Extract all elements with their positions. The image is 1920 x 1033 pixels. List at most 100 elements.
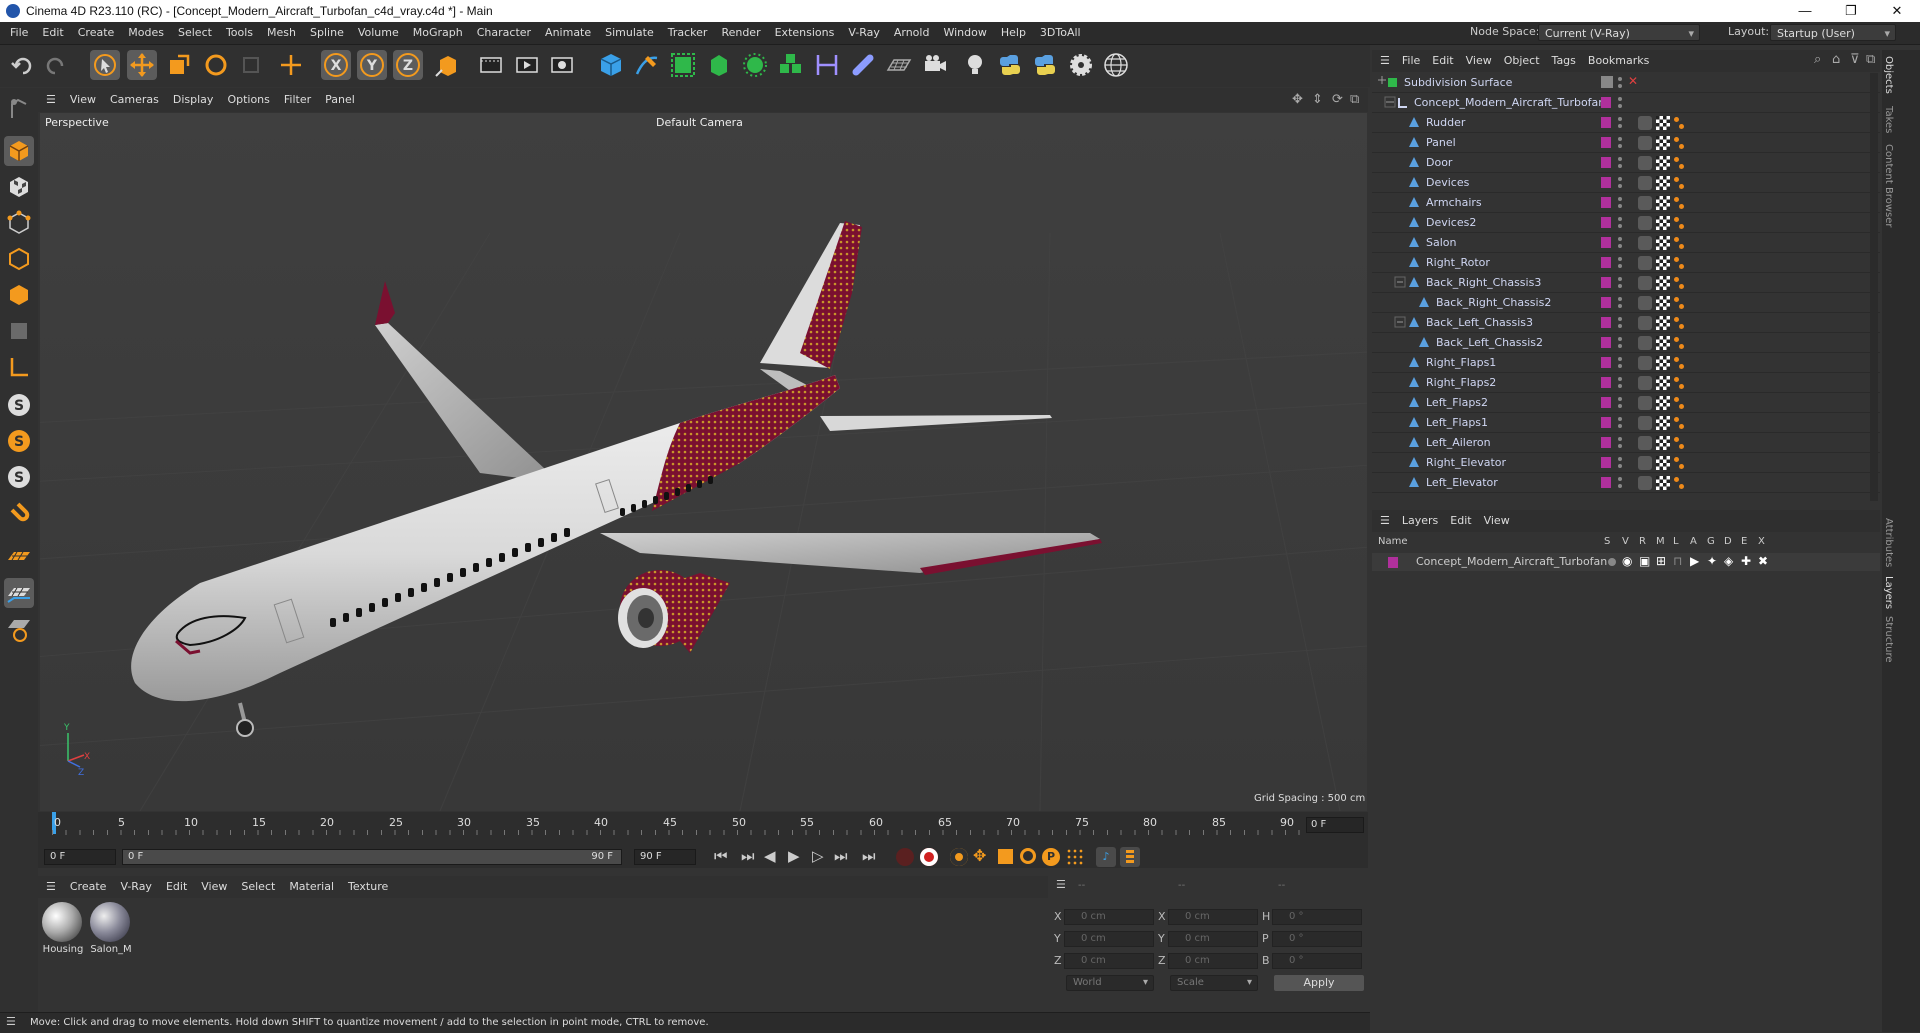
texture-tag-icon[interactable] [1656, 356, 1670, 370]
texture-tag-icon[interactable] [1656, 116, 1670, 130]
layer-color-tag[interactable] [1601, 437, 1611, 448]
spline-pen-icon[interactable] [632, 50, 662, 80]
layer-color-tag[interactable] [1601, 297, 1611, 308]
texture-tag-icon[interactable] [1656, 256, 1670, 270]
texture-mode-icon[interactable] [4, 172, 34, 202]
layer-color-tag[interactable] [1601, 177, 1611, 188]
visibility-dots-icon[interactable] [1618, 376, 1622, 389]
visibility-dots-icon[interactable] [1618, 356, 1622, 369]
layer-color-tag[interactable] [1601, 377, 1611, 388]
menu-tracker[interactable]: Tracker [661, 22, 715, 44]
object-row[interactable]: Rudder [1372, 113, 1880, 133]
object-home-icon[interactable]: ⌂ [1832, 52, 1840, 67]
layout-dropdown[interactable]: Startup (User) [1770, 24, 1896, 42]
menu-extensions[interactable]: Extensions [768, 22, 842, 44]
layer-solo-icon[interactable] [1608, 558, 1616, 566]
phong-tag-icon[interactable] [1638, 296, 1652, 310]
tab-content-browser[interactable]: Content Browser [1883, 144, 1894, 227]
keyframe-selection-icon[interactable] [950, 848, 968, 866]
coord-size-mode-dropdown[interactable]: Scale [1170, 975, 1258, 991]
visibility-dots-icon[interactable] [1618, 256, 1622, 269]
layer-render-icon[interactable]: ▣ [1639, 554, 1650, 568]
visibility-dots-icon[interactable] [1618, 456, 1622, 469]
record-disabled-icon[interactable] [896, 848, 914, 866]
viewport-menu-options[interactable]: Options [220, 88, 276, 112]
camera-name[interactable]: Default Camera [656, 116, 743, 129]
layer-color-tag[interactable] [1601, 197, 1611, 208]
maximize-button[interactable]: ❐ [1828, 0, 1874, 22]
y-axis-lock-icon[interactable]: Y [357, 50, 387, 80]
z-axis-lock-icon[interactable]: Z [393, 50, 423, 80]
motion-sound-icon[interactable]: ♪ [1096, 847, 1116, 867]
layer-color-tag[interactable] [1601, 457, 1611, 468]
menu-vray[interactable]: V-Ray [841, 22, 887, 44]
object-row[interactable]: Left_Flaps2 [1372, 393, 1880, 413]
object-row[interactable]: Left_Elevator [1372, 473, 1880, 493]
last-tool-icon[interactable] [236, 50, 266, 80]
object-menu-file[interactable]: File [1396, 50, 1426, 72]
menu-file[interactable]: File [0, 22, 35, 44]
timeline-ruler[interactable]: 0 5 10 15 20 25 30 35 40 45 50 55 60 65 … [52, 812, 1302, 838]
coordinate-move-icon[interactable] [276, 50, 306, 80]
globe-icon[interactable] [1101, 50, 1131, 80]
coord-size-x-field[interactable]: 0 cm [1168, 909, 1258, 925]
texture-tag-icon[interactable] [1656, 176, 1670, 190]
go-to-start-icon[interactable]: ⏮ [714, 847, 728, 865]
vray-tag-icon[interactable] [1674, 456, 1686, 470]
light-icon[interactable] [960, 50, 990, 80]
visibility-dots-icon[interactable] [1618, 436, 1622, 449]
material-menu-edit[interactable]: Edit [159, 876, 194, 898]
frame-range-slider[interactable]: 0 F 90 F [122, 849, 622, 865]
vray-tag-icon[interactable] [1674, 236, 1686, 250]
python-icon[interactable] [995, 50, 1025, 80]
menu-window[interactable]: Window [936, 22, 993, 44]
visibility-dots-icon[interactable] [1618, 176, 1622, 189]
viewport-menu-filter[interactable]: Filter [277, 88, 318, 112]
menu-mesh[interactable]: Mesh [260, 22, 303, 44]
object-row-concept-aircraft[interactable]: Concept_Modern_Aircraft_Turbofan [1372, 93, 1880, 113]
phong-tag-icon[interactable] [1638, 276, 1652, 290]
layer-color-tag[interactable] [1601, 217, 1611, 228]
visibility-dots-icon[interactable] [1618, 336, 1622, 349]
phong-tag-icon[interactable] [1638, 456, 1652, 470]
texture-tag-icon[interactable] [1656, 196, 1670, 210]
go-to-end-icon[interactable]: ⏭ [862, 847, 876, 865]
next-key-icon[interactable]: ⏭ [834, 847, 848, 865]
viewport-menu-panel[interactable]: Panel [318, 88, 362, 112]
next-frame-icon[interactable]: ▷ [812, 847, 824, 865]
texture-tag-icon[interactable] [1656, 436, 1670, 450]
apply-button[interactable]: Apply [1274, 975, 1364, 991]
tab-takes[interactable]: Takes [1883, 106, 1894, 133]
material-housing[interactable]: Housing [42, 902, 84, 958]
move-tool-icon[interactable] [127, 50, 157, 80]
material-salon[interactable]: Salon_M [90, 902, 132, 958]
deformer-icon[interactable] [812, 50, 842, 80]
object-row[interactable]: Right_Elevator [1372, 453, 1880, 473]
visibility-dots-icon[interactable] [1618, 216, 1622, 229]
layer-deformers-icon[interactable]: ◈ [1724, 554, 1733, 568]
texture-tag-icon[interactable] [1656, 476, 1670, 490]
autokey-icon[interactable] [920, 848, 938, 866]
play-icon[interactable]: ▶ [788, 847, 800, 865]
coord-rot-h-field[interactable]: 0 ° [1272, 909, 1362, 925]
layer-color-tag[interactable] [1601, 397, 1611, 408]
viewport-menu-view[interactable]: View [63, 88, 103, 112]
vray-tag-icon[interactable] [1674, 216, 1686, 230]
end-frame-field[interactable]: 90 F [634, 849, 696, 865]
vray-tag-icon[interactable] [1674, 476, 1686, 490]
menu-help[interactable]: Help [994, 22, 1033, 44]
snap-settings-icon[interactable]: S [4, 426, 34, 456]
coord-rot-b-field[interactable]: 0 ° [1272, 953, 1362, 969]
visibility-dots-icon[interactable] [1618, 196, 1622, 209]
model-mode-icon[interactable] [4, 136, 34, 166]
texture-tag-icon[interactable] [1656, 416, 1670, 430]
key-pla-icon[interactable] [1066, 848, 1084, 866]
coord-size-z-field[interactable]: 0 cm [1168, 953, 1258, 969]
layer-color-tag[interactable] [1601, 417, 1611, 428]
vray-tag-icon[interactable] [1674, 136, 1686, 150]
key-rotation-icon[interactable] [1020, 848, 1036, 864]
node-space-dropdown[interactable]: Current (V-Ray) [1538, 24, 1700, 42]
layer-color-tag[interactable] [1601, 477, 1611, 488]
editor-visibility-icon[interactable] [1601, 76, 1613, 88]
phong-tag-icon[interactable] [1638, 336, 1652, 350]
